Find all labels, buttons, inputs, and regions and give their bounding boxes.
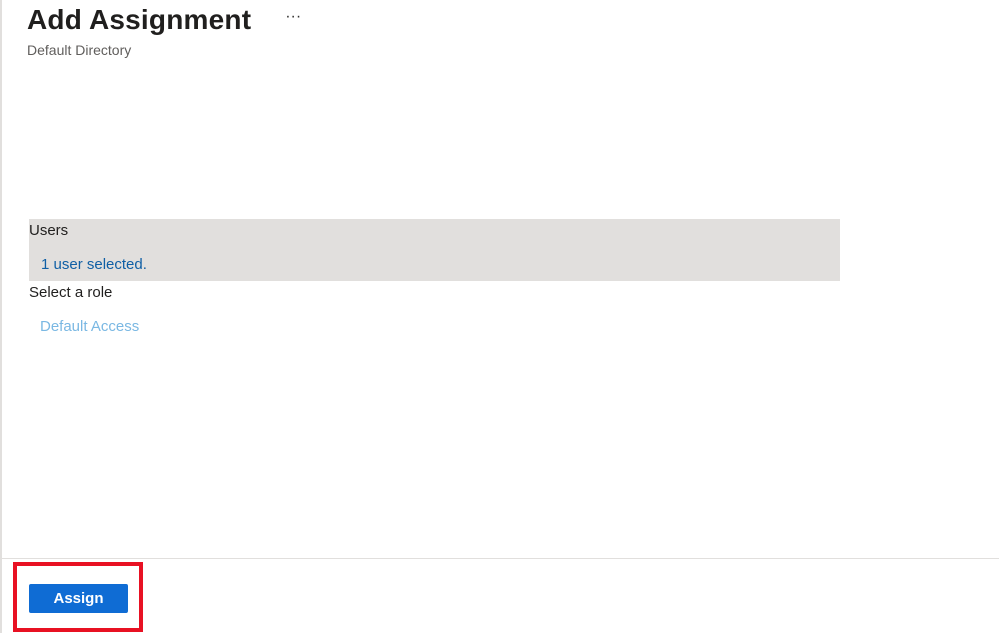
add-assignment-panel: Add Assignment ··· Default Directory Use… <box>0 0 999 633</box>
panel-footer <box>2 558 999 633</box>
panel-header: Add Assignment ··· Default Directory <box>27 2 305 58</box>
title-row: Add Assignment ··· <box>27 2 305 38</box>
users-section[interactable]: Users 1 user selected. <box>29 219 840 281</box>
assign-button[interactable]: Assign <box>29 584 128 613</box>
more-options-icon[interactable]: ··· <box>281 7 305 27</box>
select-role-label: Select a role <box>29 284 113 301</box>
users-label: Users <box>29 222 69 239</box>
page-title: Add Assignment <box>27 4 252 35</box>
role-selected-link[interactable]: Default Access <box>40 318 139 335</box>
users-selected-link[interactable]: 1 user selected. <box>41 256 147 273</box>
page-subtitle: Default Directory <box>27 42 132 58</box>
